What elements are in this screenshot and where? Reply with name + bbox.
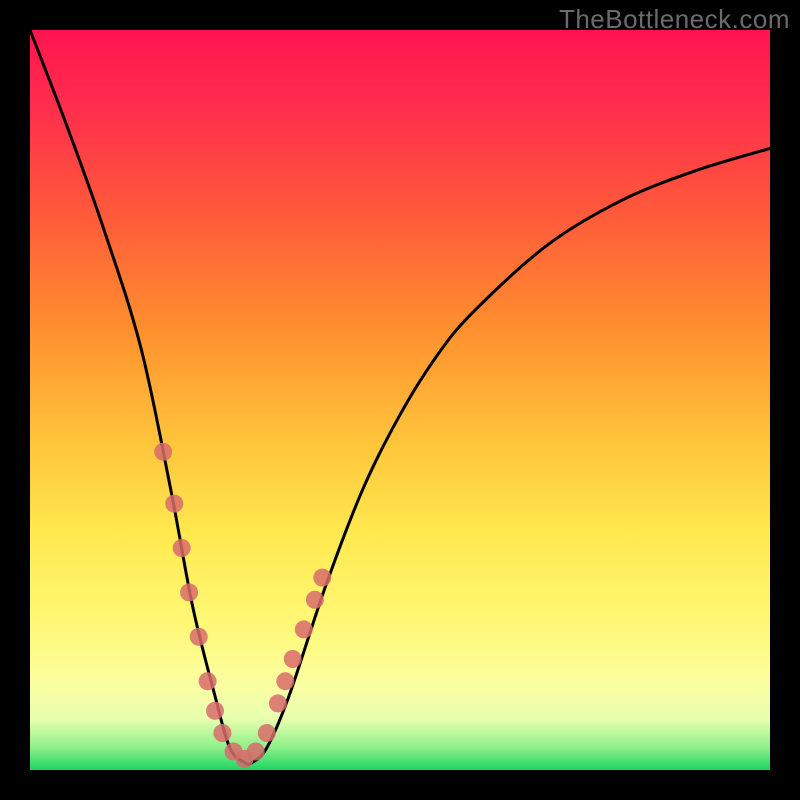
- highlight-dot: [173, 539, 191, 557]
- highlight-dot: [247, 743, 265, 761]
- highlight-dot: [213, 724, 231, 742]
- highlight-dot: [295, 620, 313, 638]
- highlight-dot: [154, 443, 172, 461]
- bottleneck-curve: [30, 30, 770, 764]
- curve-svg: [30, 30, 770, 770]
- plot-area: [30, 30, 770, 770]
- highlight-dot: [206, 702, 224, 720]
- highlight-dot: [276, 672, 294, 690]
- highlight-dot: [190, 628, 208, 646]
- highlight-dot: [284, 650, 302, 668]
- highlight-dot: [258, 724, 276, 742]
- highlight-dot: [165, 495, 183, 513]
- highlight-dot: [180, 583, 198, 601]
- highlight-dot: [269, 694, 287, 712]
- highlight-dots-group: [154, 443, 331, 768]
- highlight-dot: [306, 591, 324, 609]
- highlight-dot: [199, 672, 217, 690]
- chart-frame: TheBottleneck.com: [0, 0, 800, 800]
- highlight-dot: [313, 569, 331, 587]
